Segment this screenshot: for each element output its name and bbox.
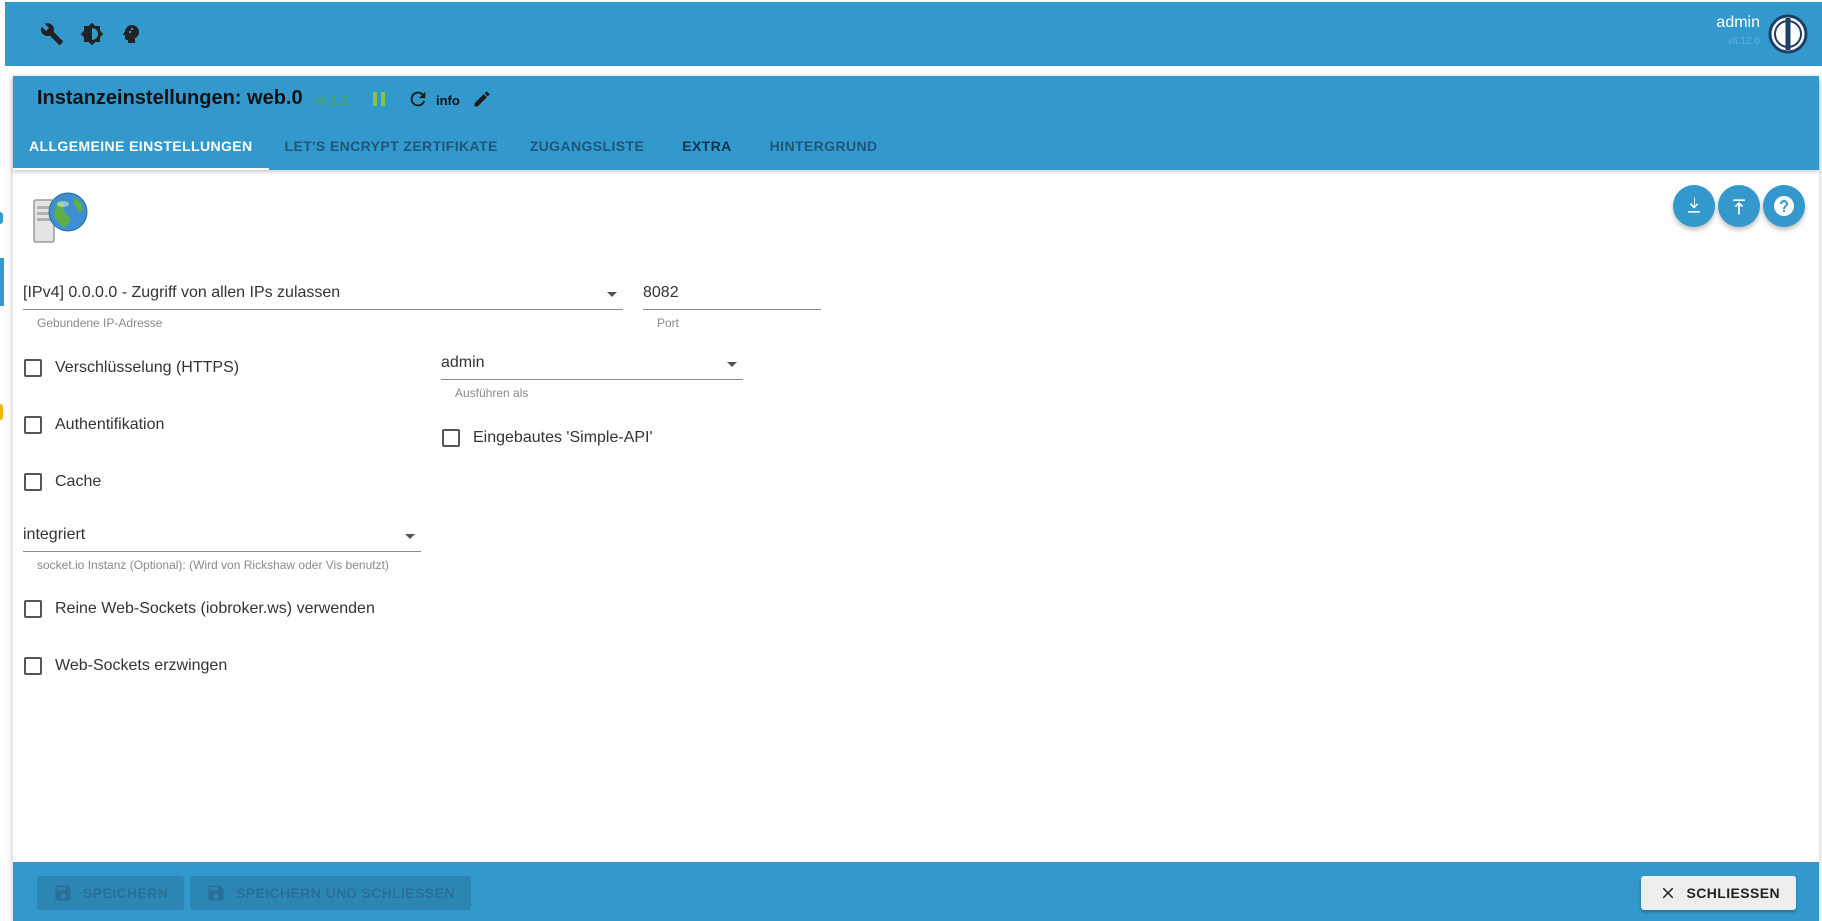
run-as-value: admin	[441, 354, 485, 371]
web-adapter-logo-icon	[30, 190, 92, 246]
tab-access-list[interactable]: ZUGANGSLISTE	[514, 122, 660, 170]
upload-settings-button[interactable]	[1718, 185, 1760, 227]
sidebar-active-marker	[0, 258, 4, 306]
run-as-helper: Ausführen als	[455, 386, 529, 400]
download-settings-button[interactable]	[1673, 185, 1715, 227]
force-websockets-label: Web-Sockets erzwingen	[55, 657, 228, 674]
checkbox-box[interactable]	[442, 429, 460, 447]
dialog-header: Instanzeinstellungen: web.0 v6.1.2 info …	[13, 76, 1819, 170]
sidebar-indicator	[0, 212, 3, 224]
chevron-down-icon	[405, 534, 415, 539]
left-sidebar-edge	[0, 66, 13, 921]
user-name: admin	[1716, 14, 1760, 31]
save-and-close-button[interactable]: SPEICHERN UND SCHLIESSEN	[190, 876, 471, 910]
socketio-instance-select[interactable]: integriert	[23, 522, 421, 552]
chevron-down-icon	[607, 292, 617, 297]
pure-websockets-label: Reine Web-Sockets (iobroker.ws) verwende…	[55, 600, 375, 617]
instance-settings-dialog: Instanzeinstellungen: web.0 v6.1.2 info …	[13, 76, 1819, 921]
checkbox-box[interactable]	[24, 600, 42, 618]
refresh-icon[interactable]	[407, 88, 429, 110]
tab-extra[interactable]: EXTRA	[660, 122, 751, 170]
checkbox-box[interactable]	[24, 416, 42, 434]
adapter-version: v6.1.2	[313, 93, 349, 108]
save-icon	[208, 885, 224, 901]
checkbox-box[interactable]	[24, 473, 42, 491]
close-label: SCHLIESSEN	[1686, 885, 1780, 901]
cache-checkbox[interactable]: Cache	[24, 473, 101, 491]
socketio-value: integriert	[23, 526, 86, 543]
tab-background[interactable]: HINTERGRUND	[752, 122, 894, 170]
simple-api-label: Eingebautes 'Simple-API'	[473, 429, 653, 446]
tab-general-settings[interactable]: ALLGEMEINE EINSTELLUNGEN	[13, 122, 269, 170]
app-version: v6.12.0	[1727, 36, 1760, 47]
dialog-footer: SPEICHERN SPEICHERN UND SCHLIESSEN SCHLI…	[13, 862, 1819, 921]
save-icon	[55, 885, 71, 901]
bind-ip-value: [IPv4] 0.0.0.0 - Zugriff von allen IPs z…	[23, 284, 341, 301]
run-as-select[interactable]: admin	[441, 350, 743, 380]
port-value: 8082	[643, 284, 679, 301]
bind-ip-helper: Gebundene IP-Adresse	[37, 316, 163, 330]
info-link[interactable]: info	[436, 93, 460, 108]
pause-icon[interactable]	[370, 89, 388, 109]
close-button[interactable]: SCHLIESSEN	[1640, 876, 1796, 910]
pure-websockets-checkbox[interactable]: Reine Web-Sockets (iobroker.ws) verwende…	[24, 600, 375, 618]
force-websockets-checkbox[interactable]: Web-Sockets erzwingen	[24, 657, 227, 675]
top-app-bar: admin v6.12.0	[5, 2, 1822, 66]
save-button[interactable]: SPEICHERN	[37, 876, 185, 910]
socketio-helper: socket.io Instanz (Optional): (Wird von …	[37, 558, 389, 572]
save-and-close-label: SPEICHERN UND SCHLIESSEN	[236, 885, 455, 901]
settings-tabs: ALLGEMEINE EINSTELLUNGEN LET'S ENCRYPT Z…	[13, 122, 894, 170]
help-button[interactable]	[1763, 185, 1805, 227]
bind-ip-select[interactable]: [IPv4] 0.0.0.0 - Zugriff von allen IPs z…	[23, 280, 623, 310]
checkbox-box[interactable]	[24, 657, 42, 675]
https-checkbox[interactable]: Verschlüsselung (HTTPS)	[24, 359, 239, 377]
simple-api-checkbox[interactable]: Eingebautes 'Simple-API'	[442, 429, 653, 447]
authentication-checkbox[interactable]: Authentifikation	[24, 416, 164, 434]
brightness-icon[interactable]	[77, 19, 107, 49]
edit-pencil-icon[interactable]	[472, 89, 492, 109]
user-info: admin v6.12.0	[1716, 14, 1760, 47]
port-input[interactable]: 8082	[643, 280, 821, 310]
authentication-label: Authentifikation	[55, 416, 165, 433]
https-label: Verschlüsselung (HTTPS)	[55, 359, 240, 376]
expert-mode-icon[interactable]	[116, 19, 146, 49]
cache-label: Cache	[55, 473, 102, 490]
dialog-title: Instanzeinstellungen: web.0	[37, 87, 303, 109]
checkbox-box[interactable]	[24, 359, 42, 377]
close-icon	[1662, 887, 1673, 899]
sidebar-warning-marker	[0, 404, 3, 420]
port-helper: Port	[657, 316, 680, 330]
tab-letsencrypt[interactable]: LET'S ENCRYPT ZERTIFIKATE	[269, 122, 514, 170]
chevron-down-icon	[727, 362, 737, 367]
wrench-icon[interactable]	[37, 19, 67, 49]
iobroker-logo-icon[interactable]	[1768, 14, 1808, 54]
save-label: SPEICHERN	[83, 885, 169, 901]
